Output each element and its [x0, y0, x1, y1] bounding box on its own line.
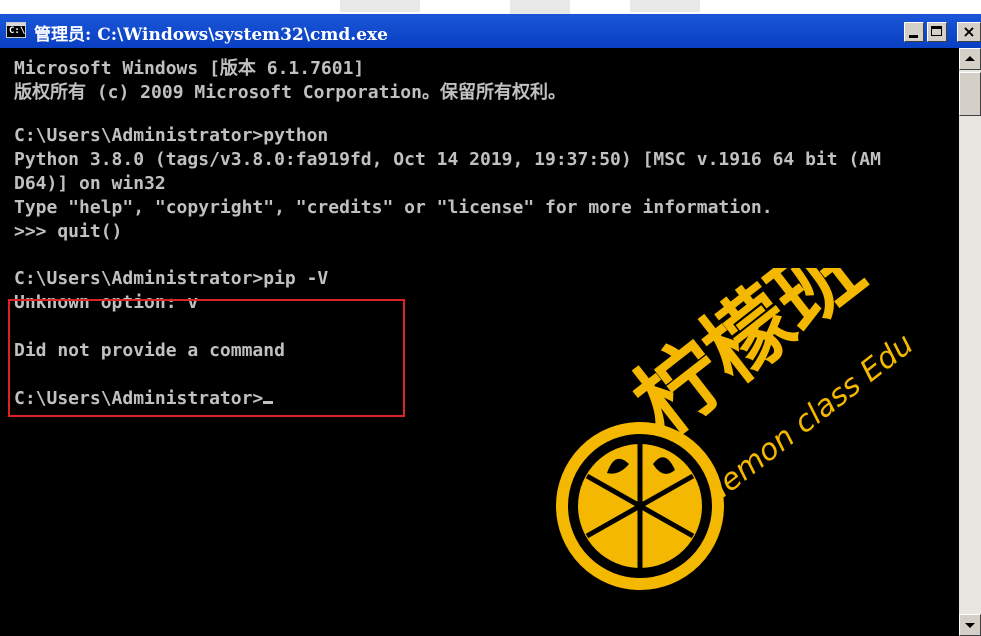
watermark-fragment: [340, 0, 700, 14]
window-title: 管理员: C:\Windows\system32\cmd.exe: [34, 25, 388, 45]
vertical-scrollbar[interactable]: [959, 48, 981, 636]
maximize-icon: [931, 26, 942, 36]
minimize-button[interactable]: [904, 22, 924, 42]
console-line: C:\Users\Administrator>pip -V: [14, 268, 329, 289]
close-icon: ×: [962, 22, 976, 41]
lemon-class-logo: 柠檬班 lemon class Edu: [556, 268, 920, 590]
brand-cn-text: 柠檬班: [616, 268, 881, 455]
highlight-box: [8, 299, 405, 417]
close-button[interactable]: ×: [957, 22, 981, 42]
console-line: D64)] on win32: [14, 173, 166, 194]
console-line: C:\Users\Administrator>python: [14, 125, 329, 146]
cmd-icon[interactable]: C:\: [6, 22, 26, 38]
scroll-up-button[interactable]: [959, 48, 981, 70]
console-line: Python 3.8.0 (tags/v3.8.0:fa919fd, Oct 1…: [14, 149, 881, 170]
scroll-thumb[interactable]: [959, 72, 981, 116]
arrow-down-icon: [965, 623, 975, 628]
maximize-button[interactable]: [927, 22, 947, 42]
arrow-up-icon: [965, 56, 975, 61]
console-line: 版权所有 (c) 2009 Microsoft Corporation。保留所有…: [14, 82, 566, 103]
scroll-down-button[interactable]: [959, 614, 981, 636]
lemon-icon: [556, 422, 724, 590]
cmd-window: C:\ 管理员: C:\Windows\system32\cmd.exe × M…: [0, 14, 981, 636]
console-line: Microsoft Windows [版本 6.1.7601]: [14, 58, 365, 79]
console-line: >>> quit(): [14, 221, 123, 242]
console-line: Type "help", "copyright", "credits" or "…: [14, 197, 773, 218]
console-output[interactable]: Microsoft Windows [版本 6.1.7601] 版权所有 (c)…: [0, 48, 959, 636]
title-bar[interactable]: C:\ 管理员: C:\Windows\system32\cmd.exe ×: [0, 14, 981, 48]
minimize-icon: [909, 35, 918, 38]
